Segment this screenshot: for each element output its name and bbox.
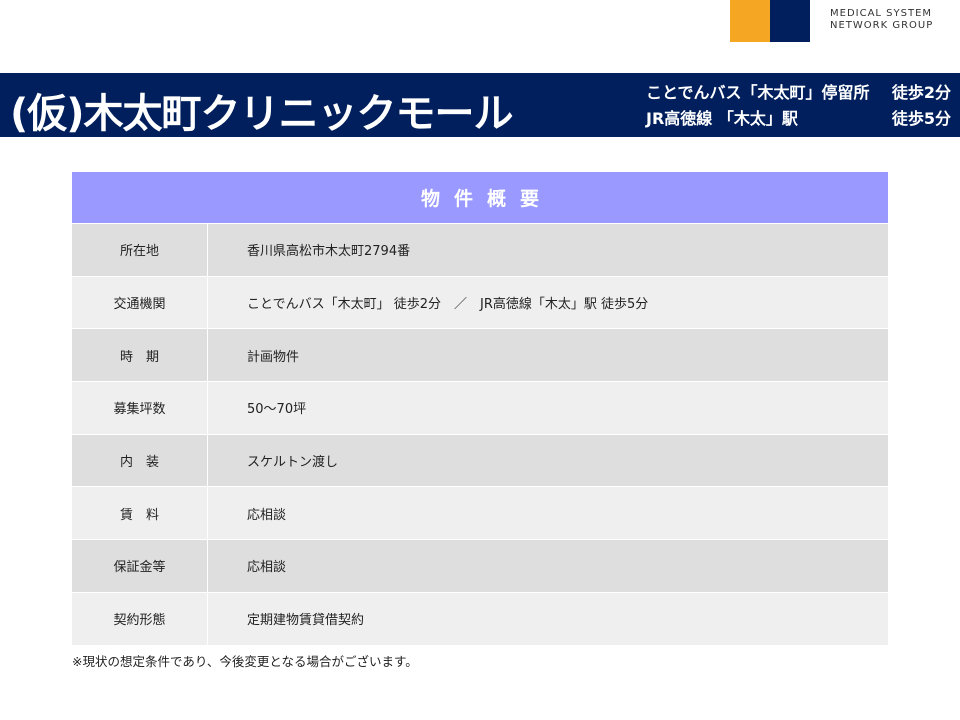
access-line-name: JR高徳線 「木太」駅 — [646, 109, 798, 128]
table-row: 賃 料 応相談 — [72, 486, 888, 540]
row-value: 応相談 — [247, 507, 287, 523]
access-row: JR高徳線 「木太」駅 徒歩5分 — [646, 106, 951, 132]
disclaimer-note: ※現状の想定条件であり、今後変更となる場合がございます。 — [72, 654, 418, 669]
access-info: ことでんバス「木太町」停留所 徒歩2分 JR高徳線 「木太」駅 徒歩5分 — [646, 80, 951, 132]
row-value: ことでんバス「木太町」 徒歩2分 ／ JR高徳線「木太」駅 徒歩5分 — [247, 297, 649, 313]
row-label: 募集坪数 — [72, 382, 208, 434]
table-row: 保証金等 応相談 — [72, 539, 888, 592]
row-label: 契約形態 — [72, 592, 208, 645]
logo-orange-square — [730, 0, 770, 42]
access-line-name: ことでんバス「木太町」停留所 — [646, 83, 870, 102]
row-value: 定期建物賃貸借契約 — [247, 613, 365, 629]
row-label: 交通機関 — [72, 276, 208, 329]
logo-navy-square — [770, 0, 810, 42]
row-value: スケルトン渡し — [247, 455, 339, 471]
row-value: 応相談 — [247, 560, 287, 576]
table-row: 交通機関 ことでんバス「木太町」 徒歩2分 ／ JR高徳線「木太」駅 徒歩5分 — [72, 275, 888, 329]
row-label: 保証金等 — [72, 540, 208, 592]
row-label: 時 期 — [72, 329, 208, 382]
row-label: 内 装 — [72, 434, 208, 487]
table-row: 所在地 香川県高松市木太町2794番 — [72, 223, 888, 276]
logo-text-line2: NETWORK GROUP — [830, 20, 934, 31]
table-row: 内 装 スケルトン渡し — [72, 433, 888, 487]
company-logo — [730, 0, 810, 42]
row-value: 50～70坪 — [247, 402, 307, 418]
access-walk-time: 徒歩5分 — [891, 109, 951, 128]
header-band: (仮)木太町クリニックモール ことでんバス「木太町」停留所 徒歩2分 JR高徳線… — [0, 73, 960, 137]
table-row: 時 期 計画物件 — [72, 328, 888, 382]
logo-text-line1: MEDICAL SYSTEM — [830, 8, 933, 19]
table-row: 契約形態 定期建物賃貸借契約 — [72, 591, 888, 645]
table-row: 募集坪数 50～70坪 — [72, 381, 888, 434]
row-label: 賃 料 — [72, 487, 208, 540]
access-walk-time: 徒歩2分 — [891, 83, 951, 102]
row-value: 香川県高松市木太町2794番 — [247, 244, 411, 260]
row-value: 計画物件 — [247, 349, 300, 365]
table-title: 物件概要 — [72, 172, 888, 223]
row-label: 所在地 — [72, 224, 208, 276]
page-title: (仮)木太町クリニックモール — [10, 91, 514, 137]
access-row: ことでんバス「木太町」停留所 徒歩2分 — [646, 80, 951, 106]
property-summary-table: 物件概要 所在地 香川県高松市木太町2794番 交通機関 ことでんバス「木太町」… — [72, 172, 888, 645]
logo-text: MEDICAL SYSTEM NETWORK GROUP — [830, 8, 933, 32]
